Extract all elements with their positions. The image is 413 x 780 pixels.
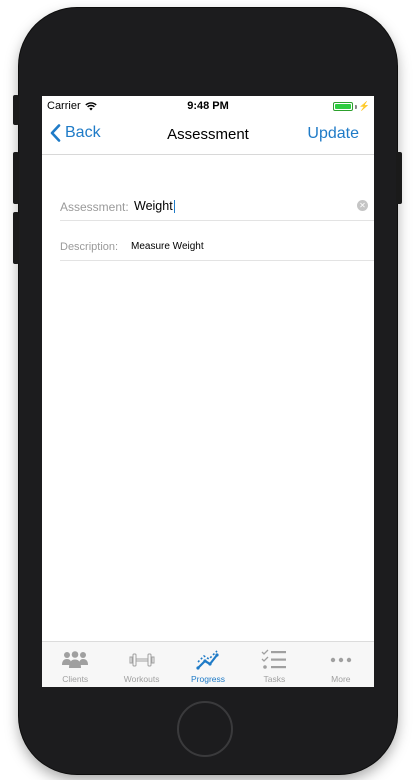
navigation-bar: Back Assessment Update (42, 116, 374, 155)
status-bar: Carrier 9:48 PM ⚡ (42, 96, 374, 116)
mute-switch (13, 95, 19, 125)
tab-tasks[interactable]: Tasks (241, 642, 307, 687)
text-cursor (173, 200, 175, 214)
tab-bar: Clients Workouts Progress Tasks More (42, 641, 374, 687)
assessment-value: Weight (134, 199, 173, 213)
power-button (396, 152, 402, 204)
tab-workouts-label: Workouts (123, 674, 160, 684)
tab-progress-label: Progress (191, 674, 226, 684)
clear-text-button[interactable]: ✕ (357, 200, 368, 211)
volume-up-button (13, 152, 19, 204)
tab-more[interactable]: More (308, 642, 374, 687)
update-button[interactable]: Update (307, 125, 359, 143)
volume-down-button (13, 212, 19, 264)
dumbbell-icon (129, 653, 155, 667)
app-screen: Carrier 9:48 PM ⚡ Back Assessment Update… (42, 96, 374, 687)
description-field[interactable]: Description: Measure Weight (60, 234, 374, 261)
checklist-icon (261, 649, 287, 669)
battery-icon: ⚡ (332, 101, 370, 112)
tab-clients[interactable]: Clients (42, 642, 108, 687)
more-icon (330, 657, 352, 663)
tab-more-label: More (331, 674, 351, 684)
trend-icon (196, 650, 219, 670)
tab-tasks-label: Tasks (263, 674, 286, 684)
description-input[interactable]: Measure Weight (131, 241, 204, 252)
tab-clients-label: Clients (62, 674, 89, 684)
tab-workouts[interactable]: Workouts (108, 642, 174, 687)
assessment-label: Assessment: (60, 200, 129, 214)
charging-icon: ⚡ (358, 101, 370, 111)
status-time: 9:48 PM (187, 100, 229, 112)
assessment-field[interactable]: Assessment: Weight ✕ (60, 194, 374, 221)
assessment-input[interactable]: Weight (134, 199, 175, 214)
home-button[interactable] (177, 701, 233, 757)
people-icon (62, 651, 89, 668)
description-label: Description: (60, 241, 119, 253)
tab-progress[interactable]: Progress (175, 642, 241, 687)
